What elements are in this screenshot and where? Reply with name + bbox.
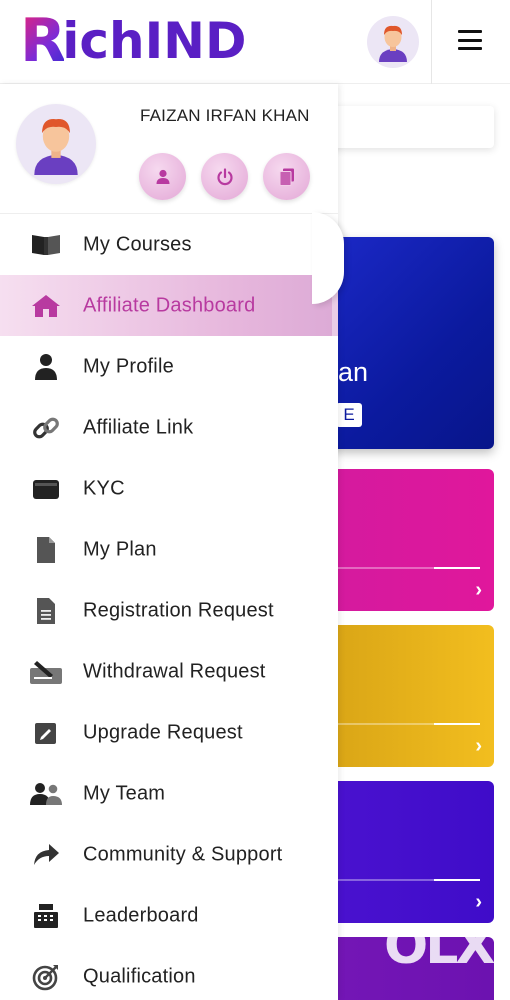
- chevron-right-icon[interactable]: ›: [475, 579, 482, 602]
- edit-icon: [28, 718, 64, 748]
- menu-item-withdrawal-request[interactable]: Withdrawal Request: [0, 641, 338, 702]
- progress-line: [338, 723, 480, 725]
- wallet-card[interactable]: an E: [330, 237, 494, 449]
- progress-line: [338, 879, 480, 881]
- menu-item-my-courses[interactable]: My Courses: [0, 214, 338, 275]
- file-icon: [28, 535, 64, 565]
- richind-logo[interactable]: R ichIND: [20, 8, 247, 74]
- logout-button[interactable]: [201, 153, 248, 200]
- copy-icon: [279, 168, 294, 186]
- user-icon: [28, 352, 64, 382]
- menu-label: Affiliate Dashboard: [83, 294, 256, 316]
- menu-item-upgrade-request[interactable]: Upgrade Request: [0, 702, 338, 763]
- book-icon: [28, 230, 64, 260]
- signature-icon: [28, 657, 64, 687]
- logo-r: R: [20, 6, 66, 76]
- menu-label: Withdrawal Request: [83, 660, 266, 682]
- profile-action-button[interactable]: [139, 153, 186, 200]
- chevron-right-icon[interactable]: ›: [475, 891, 482, 914]
- side-drawer: FAIZAN IRFAN KHAN My Courses Affiliate D…: [0, 84, 338, 1000]
- share-icon: [28, 840, 64, 870]
- menu-label: Upgrade Request: [83, 721, 243, 743]
- menu-item-qualification[interactable]: Qualification: [0, 946, 338, 1000]
- menu-label: Leaderboard: [83, 904, 199, 926]
- menu-item-my-profile[interactable]: My Profile: [0, 336, 338, 397]
- header-avatar[interactable]: [367, 16, 419, 68]
- user-icon: [156, 169, 169, 184]
- menu-item-affiliate-dashboard[interactable]: Affiliate Dashboard: [0, 275, 338, 336]
- menu-item-my-team[interactable]: My Team: [0, 763, 338, 824]
- copy-button[interactable]: [263, 153, 310, 200]
- user-avatar-icon: [34, 119, 78, 175]
- chevron-right-icon[interactable]: ›: [475, 735, 482, 758]
- home-icon: [28, 291, 64, 321]
- hamburger-icon[interactable]: [458, 30, 482, 50]
- menu-label: Registration Request: [83, 599, 274, 621]
- olx-watermark: OLX: [384, 916, 495, 976]
- link-icon: [28, 413, 64, 443]
- menu-item-affiliate-link[interactable]: Affiliate Link: [0, 397, 338, 458]
- logo-text: ichIND: [62, 12, 247, 70]
- menu-label: KYC: [83, 477, 125, 499]
- cash-register-icon: [28, 901, 64, 931]
- wallet-icon: [28, 474, 64, 504]
- drawer-menu: My Courses Affiliate Dashboard My Profil…: [0, 214, 338, 1000]
- stats-card-yellow[interactable]: ›: [330, 625, 494, 767]
- app-header: R ichIND: [0, 0, 510, 84]
- document-icon: [28, 596, 64, 626]
- header-divider: [431, 0, 432, 84]
- profile-actions: [139, 153, 310, 200]
- card-pill: E: [336, 403, 362, 427]
- users-icon: [28, 779, 64, 809]
- user-avatar-icon: [379, 25, 407, 62]
- profile-name: FAIZAN IRFAN KHAN: [140, 106, 310, 125]
- search-bar[interactable]: [330, 106, 494, 148]
- power-icon: [216, 167, 233, 185]
- menu-item-registration-request[interactable]: Registration Request: [0, 580, 338, 641]
- menu-item-my-plan[interactable]: My Plan: [0, 519, 338, 580]
- menu-label: Affiliate Link: [83, 416, 194, 438]
- card-text: an: [338, 357, 369, 387]
- menu-item-leaderboard[interactable]: Leaderboard: [0, 885, 338, 946]
- progress-line: [338, 567, 480, 569]
- menu-label: Qualification: [83, 965, 196, 987]
- stats-card-pink[interactable]: ›: [330, 469, 494, 611]
- stats-card-purple[interactable]: ›: [330, 781, 494, 923]
- menu-label: Community & Support: [83, 843, 283, 865]
- menu-label: My Courses: [83, 233, 192, 255]
- menu-label: My Profile: [83, 355, 174, 377]
- target-icon: [28, 962, 64, 992]
- profile-avatar[interactable]: [16, 104, 96, 184]
- drawer-profile: FAIZAN IRFAN KHAN: [0, 84, 338, 214]
- menu-label: My Team: [83, 782, 166, 804]
- menu-item-kyc[interactable]: KYC: [0, 458, 338, 519]
- menu-item-community-support[interactable]: Community & Support: [0, 824, 338, 885]
- menu-label: My Plan: [83, 538, 157, 560]
